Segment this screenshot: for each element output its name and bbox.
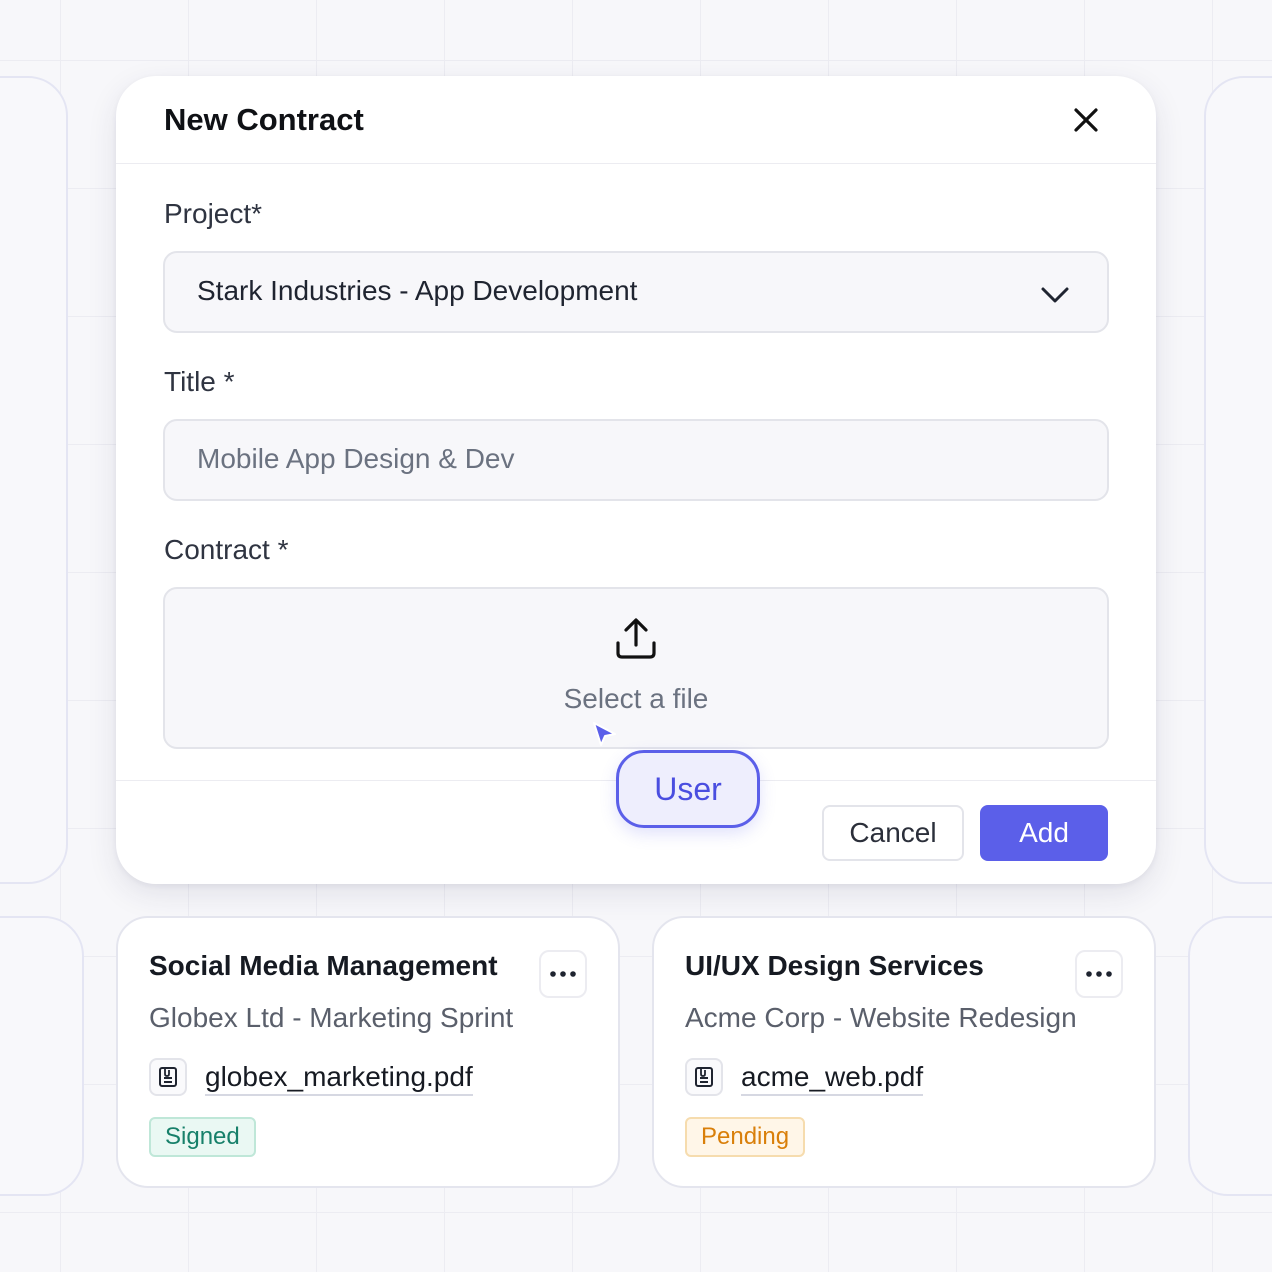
card-title: Social Media Management [149, 950, 498, 981]
more-options-button[interactable] [1075, 950, 1123, 998]
cursor-pointer-icon [593, 722, 616, 746]
background-card-right-bottom [1188, 916, 1272, 1196]
status-badge: Pending [685, 1117, 806, 1157]
file-attachment-icon [685, 1058, 723, 1096]
contract-label: Contract * [164, 534, 289, 565]
background-card-left-top [0, 76, 68, 884]
file-link[interactable]: globex_marketing.pdf [205, 1060, 473, 1096]
card-subtitle: Acme Corp - Website Redesign [685, 1002, 1077, 1033]
file-upload-dropzone[interactable]: Select a file [163, 587, 1109, 749]
title-input-placeholder: Mobile App Design & Dev [197, 443, 515, 474]
more-horizontal-icon [1086, 971, 1112, 977]
modal-header: New Contract [116, 76, 1156, 164]
project-label: Project* [164, 198, 263, 229]
card-subtitle: Globex Ltd - Marketing Sprint [149, 1002, 514, 1033]
more-options-button[interactable] [539, 950, 587, 998]
cursor-user-label: User [616, 750, 760, 828]
background-card-right-top [1204, 76, 1272, 884]
cancel-button[interactable]: Cancel [822, 805, 964, 861]
file-link[interactable]: acme_web.pdf [741, 1060, 924, 1096]
close-icon [1074, 108, 1098, 132]
add-button[interactable]: Add [980, 805, 1108, 861]
more-horizontal-icon [550, 971, 576, 977]
contract-card[interactable]: UI/UX Design Services Acme Corp - Websit… [652, 916, 1156, 1188]
chevron-down-icon [1041, 287, 1069, 303]
contract-card[interactable]: Social Media Management Globex Ltd - Mar… [116, 916, 620, 1188]
title-input[interactable]: Mobile App Design & Dev [163, 419, 1109, 501]
modal-title: New Contract [164, 102, 364, 137]
title-label: Title * [164, 366, 235, 397]
upload-icon [616, 618, 656, 659]
status-badge: Signed [149, 1117, 256, 1157]
background-card-left-bottom [0, 916, 84, 1196]
close-button[interactable] [1068, 102, 1104, 138]
select-file-label: Select a file [563, 683, 709, 714]
card-title: UI/UX Design Services [685, 950, 984, 981]
project-selected-value: Stark Industries - App Development [197, 275, 638, 306]
project-select[interactable]: Stark Industries - App Development [163, 251, 1109, 333]
file-attachment-icon [149, 1058, 187, 1096]
